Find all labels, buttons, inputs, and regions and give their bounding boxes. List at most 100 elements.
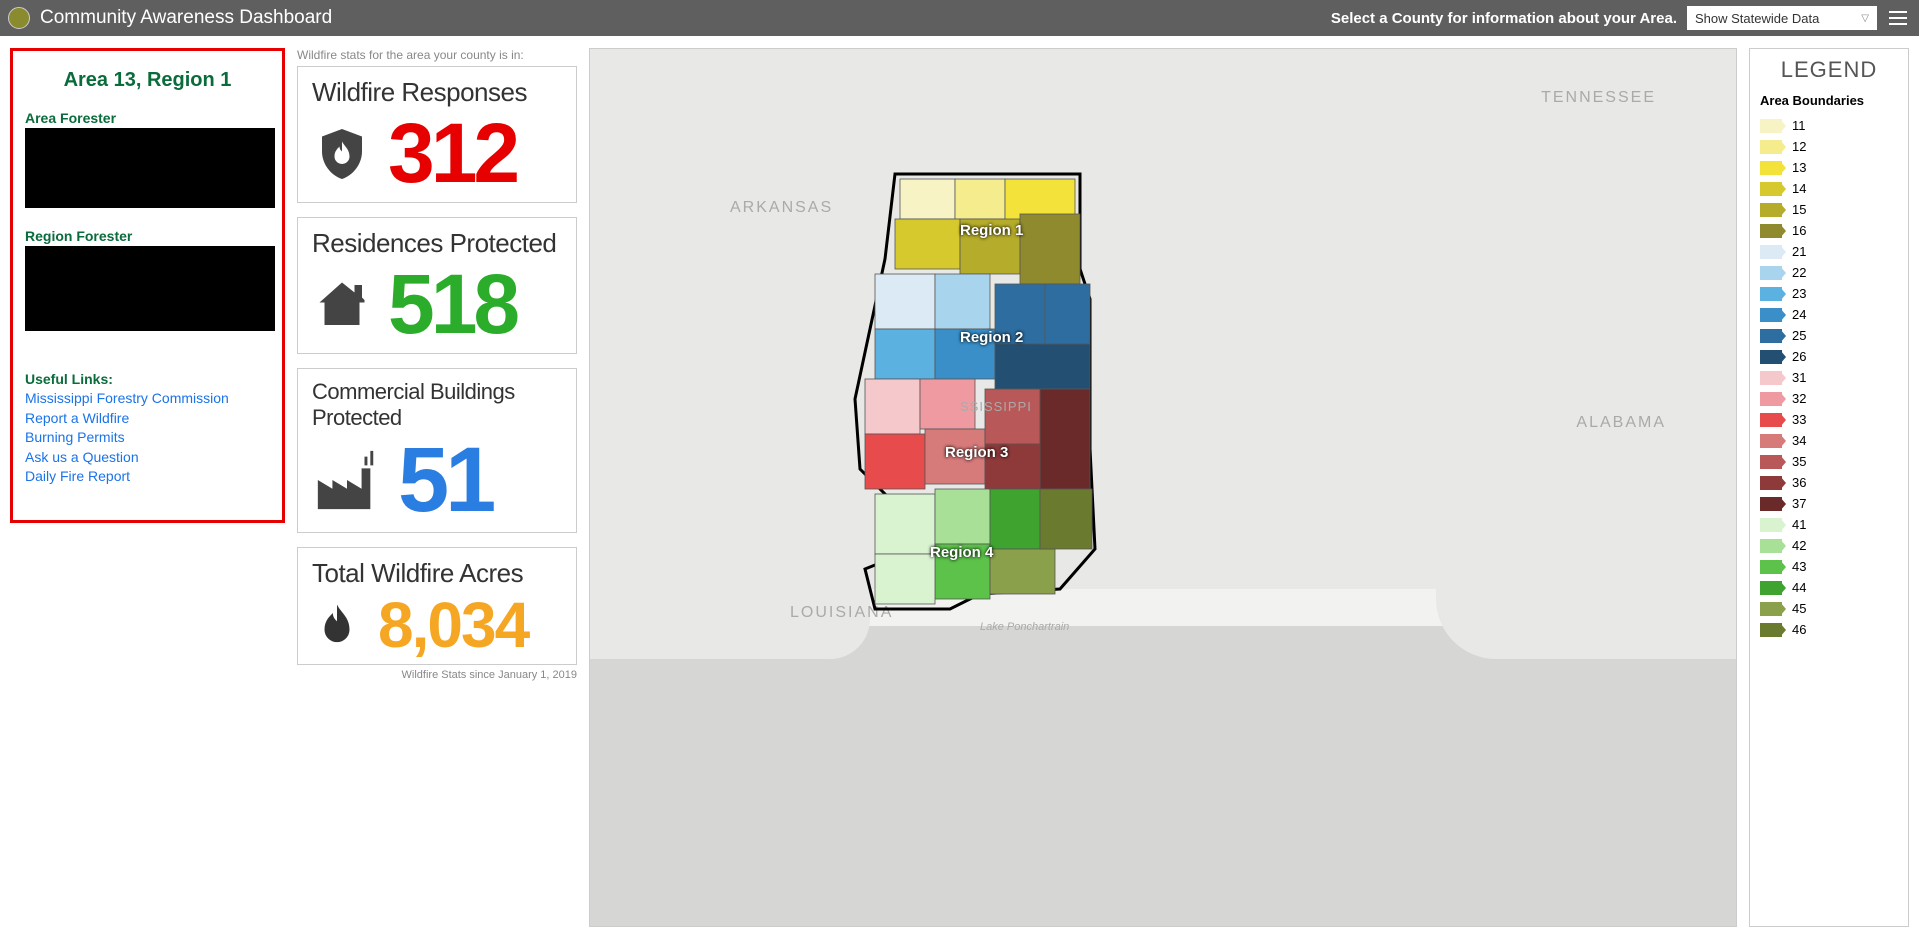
- app-title: Community Awareness Dashboard: [40, 7, 332, 29]
- legend-swatch-icon: [1760, 392, 1782, 406]
- legend-item[interactable]: 16: [1760, 223, 1898, 238]
- legend-item[interactable]: 12: [1760, 139, 1898, 154]
- legend-swatch-icon: [1760, 182, 1782, 196]
- useful-links-label: Useful Links:: [25, 371, 270, 387]
- legend-item[interactable]: 34: [1760, 433, 1898, 448]
- legend-item[interactable]: 35: [1760, 454, 1898, 469]
- region-forester-redacted: [25, 246, 275, 331]
- label-tennessee: TENNESSEE: [1541, 89, 1656, 107]
- legend-item[interactable]: 37: [1760, 496, 1898, 511]
- legend-item[interactable]: 26: [1760, 349, 1898, 364]
- map-land: [1436, 539, 1736, 659]
- link-daily-fire-report[interactable]: Daily Fire Report: [25, 467, 270, 487]
- card-title: Wildfire Responses: [312, 77, 562, 108]
- legend-item[interactable]: 21: [1760, 244, 1898, 259]
- label-mississippi: SSISSIPPI: [960, 399, 1032, 414]
- legend-swatch-icon: [1760, 623, 1782, 637]
- legend-swatch-icon: [1760, 350, 1782, 364]
- link-burning-permits[interactable]: Burning Permits: [25, 428, 270, 448]
- main-content: Area 13, Region 1 Area Forester Region F…: [0, 36, 1919, 939]
- legend-item[interactable]: 41: [1760, 517, 1898, 532]
- legend-swatch-icon: [1760, 203, 1782, 217]
- stat-value: 8,034: [378, 595, 528, 656]
- legend-item[interactable]: 25: [1760, 328, 1898, 343]
- factory-icon: [312, 445, 382, 515]
- legend-swatch-icon: [1760, 581, 1782, 595]
- area-title: Area 13, Region 1: [25, 69, 270, 92]
- legend-item-label: 46: [1792, 622, 1806, 637]
- menu-button[interactable]: [1885, 5, 1911, 31]
- legend-item[interactable]: 23: [1760, 286, 1898, 301]
- legend-swatch-icon: [1760, 476, 1782, 490]
- legend-swatch-icon: [1760, 140, 1782, 154]
- legend-item-label: 43: [1792, 559, 1806, 574]
- legend-items: 11 12 13 14 15 16 21 22 23 24 25 26 31 32 33 34 35 36 37 41…: [1760, 118, 1898, 637]
- legend-subtitle: Area Boundaries: [1760, 93, 1898, 108]
- legend-item[interactable]: 43: [1760, 559, 1898, 574]
- legend-item[interactable]: 46: [1760, 622, 1898, 637]
- label-alabama: ALABAMA: [1576, 414, 1666, 432]
- legend-item-label: 15: [1792, 202, 1806, 217]
- map-region-2-label: Region 2: [960, 329, 1023, 346]
- card-residences-protected: Residences Protected 518: [297, 217, 577, 354]
- link-report-wildfire[interactable]: Report a Wildfire: [25, 409, 270, 429]
- legend-item[interactable]: 36: [1760, 475, 1898, 490]
- legend-item-label: 23: [1792, 286, 1806, 301]
- flame-icon: [312, 598, 362, 653]
- legend-item[interactable]: 31: [1760, 370, 1898, 385]
- card-total-acres: Total Wildfire Acres 8,034: [297, 547, 577, 665]
- legend-item-label: 22: [1792, 265, 1806, 280]
- county-dropdown-label: Show Statewide Data: [1695, 11, 1819, 26]
- legend-swatch-icon: [1760, 371, 1782, 385]
- card-wildfire-responses: Wildfire Responses 312: [297, 66, 577, 203]
- legend-swatch-icon: [1760, 245, 1782, 259]
- area-forester-label: Area Forester: [25, 110, 270, 126]
- map-column: TENNESSEE ARKANSAS ALABAMA LOUISIANA Lak…: [589, 48, 1737, 927]
- legend-item-label: 44: [1792, 580, 1806, 595]
- legend-item-label: 12: [1792, 139, 1806, 154]
- link-forestry-commission[interactable]: Mississippi Forestry Commission: [25, 389, 270, 409]
- legend-item-label: 16: [1792, 223, 1806, 238]
- legend-item[interactable]: 14: [1760, 181, 1898, 196]
- legend-item[interactable]: 32: [1760, 391, 1898, 406]
- legend-item[interactable]: 13: [1760, 160, 1898, 175]
- legend-item-label: 25: [1792, 328, 1806, 343]
- legend-item-label: 34: [1792, 433, 1806, 448]
- legend-swatch-icon: [1760, 455, 1782, 469]
- legend-swatch-icon: [1760, 497, 1782, 511]
- county-dropdown[interactable]: Show Statewide Data ▽: [1687, 6, 1877, 30]
- legend-swatch-icon: [1760, 329, 1782, 343]
- legend-item[interactable]: 11: [1760, 118, 1898, 133]
- region-forester-label: Region Forester: [25, 228, 270, 244]
- legend-item-label: 26: [1792, 349, 1806, 364]
- legend-item-label: 32: [1792, 391, 1806, 406]
- legend-item-label: 35: [1792, 454, 1806, 469]
- legend-item[interactable]: 24: [1760, 307, 1898, 322]
- house-icon: [312, 275, 372, 335]
- legend-item-label: 14: [1792, 181, 1806, 196]
- legend-swatch-icon: [1760, 308, 1782, 322]
- legend-swatch-icon: [1760, 518, 1782, 532]
- legend-swatch-icon: [1760, 287, 1782, 301]
- card-title: Total Wildfire Acres: [312, 558, 562, 589]
- legend-item-label: 13: [1792, 160, 1806, 175]
- legend-item[interactable]: 15: [1760, 202, 1898, 217]
- app-logo-icon: [8, 7, 30, 29]
- map-panel[interactable]: TENNESSEE ARKANSAS ALABAMA LOUISIANA Lak…: [589, 48, 1737, 927]
- legend-swatch-icon: [1760, 539, 1782, 553]
- stats-column: Wildfire stats for the area your county …: [297, 48, 577, 927]
- legend-item-label: 37: [1792, 496, 1806, 511]
- link-ask-question[interactable]: Ask us a Question: [25, 448, 270, 468]
- legend-item[interactable]: 22: [1760, 265, 1898, 280]
- legend-item[interactable]: 42: [1760, 538, 1898, 553]
- map-region-1-label: Region 1: [960, 222, 1023, 239]
- legend-item[interactable]: 33: [1760, 412, 1898, 427]
- legend-item[interactable]: 44: [1760, 580, 1898, 595]
- card-commercial-protected: Commercial Buildings Protected 51: [297, 368, 577, 533]
- legend-item[interactable]: 45: [1760, 601, 1898, 616]
- legend-swatch-icon: [1760, 413, 1782, 427]
- stats-footnote: Wildfire Stats since January 1, 2019: [297, 669, 577, 681]
- legend-item-label: 21: [1792, 244, 1806, 259]
- shield-fire-icon: [312, 124, 372, 184]
- legend-swatch-icon: [1760, 224, 1782, 238]
